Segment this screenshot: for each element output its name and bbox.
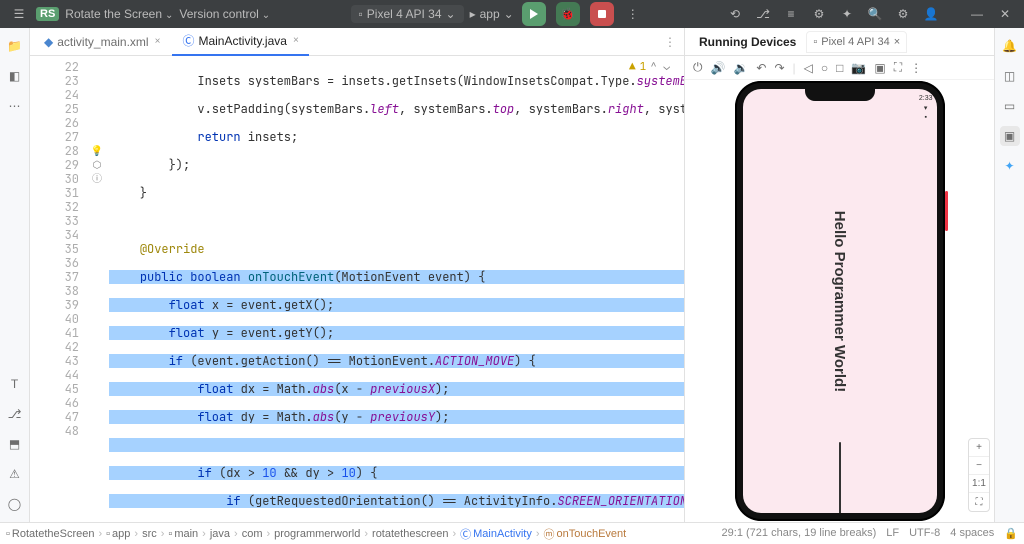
left-rail: 📁 ◧ ⋯ T ⎇ ⬒ ⚠ ◯ [0,28,30,522]
device-tab[interactable]: ▫ Pixel 4 API 34 × [806,31,907,53]
voldown-icon[interactable]: 🔉 [733,61,748,75]
structure-icon[interactable]: ≡ [780,3,802,25]
run-config-selector[interactable]: ▸ app ⌄ [470,7,514,21]
debug-button[interactable]: 🐞 [556,2,580,26]
project-dropdown[interactable]: Rotate the Screen [65,7,173,21]
crumb-root[interactable]: ▫ RotatetheScreen [6,528,94,540]
device-view: 2:33▾▪ Hello Programmer World! + − 1:1 ⛶ [685,80,994,522]
tab-activity-main[interactable]: ◆activity_main.xml× [34,28,170,56]
flutter-icon[interactable]: ✦ [1000,156,1020,176]
main: 📁 ◧ ⋯ T ⎇ ⬒ ⚠ ◯ ◆activity_main.xml× ⒸMai… [0,28,1024,522]
zoom-out-button[interactable]: − [969,457,989,475]
crumb-method[interactable]: ⓜ onTouchEvent [544,526,627,542]
bulb-icon[interactable]: 💡 [85,144,109,158]
zoom-full-button[interactable]: ⛶ [969,493,989,511]
encoding[interactable]: UTF-8 [909,527,940,540]
zoom-controls: + − 1:1 ⛶ [968,438,990,512]
overview-icon[interactable]: □ [836,61,843,75]
project-tool-icon[interactable]: 📁 [5,36,25,56]
gutter-icons: 💡 ⬡ ⓘ [85,56,109,522]
code-content[interactable]: Insets systemBars = insets.getInsets(Win… [109,56,684,522]
override-icon[interactable]: ⬡ ⓘ [85,158,109,172]
vcs-dropdown[interactable]: Version control [179,7,270,21]
git-icon[interactable]: ⎇ [752,3,774,25]
terminal-icon[interactable]: T [5,374,25,394]
status-bar: 29:1 (721 chars, 19 line breaks) LF UTF-… [722,527,1018,540]
crumb-java[interactable]: java [210,528,230,540]
editor-tabs: ◆activity_main.xml× ⒸMainActivity.java× … [30,28,684,56]
status-icons: 2:33▾▪ [919,95,933,121]
line-ending[interactable]: LF [886,527,899,540]
account-icon[interactable]: 👤 [920,3,942,25]
rotleft-icon[interactable]: ↶ [756,61,766,75]
notifications-icon[interactable]: 🔔 [1000,36,1020,56]
project-badge: RS [36,7,59,21]
crumb-class[interactable]: Ⓒ MainActivity [460,526,532,542]
extend-icon[interactable]: ⛶ [894,60,902,75]
device-toolbar: ⏻ 🔊 🔉 ↶ ↷ | ◁ ○ □ 📷 ▣ ⛶ ⋮ [685,56,994,80]
emulator-icon[interactable]: ▣ [1000,126,1020,146]
hello-text: Hello Programmer World! [831,210,848,391]
search-icon[interactable]: 🔍 [864,3,886,25]
inspection-badge[interactable]: ▲ 1 ^ ⌄ [629,60,670,74]
stop-button[interactable] [590,2,614,26]
gradle-icon[interactable]: ⚙ [808,3,830,25]
nav-line [839,442,841,513]
crop-icon[interactable]: ▣ [874,61,885,75]
device-manager-icon[interactable]: ▭ [1000,96,1020,116]
code-editor[interactable]: ▲ 1 ^ ⌄ 22232425262728293031323334353637… [30,56,684,522]
home-icon[interactable]: ○ [821,61,828,75]
crumb-com[interactable]: com [242,528,263,540]
run-button[interactable] [522,2,546,26]
tab-main-activity[interactable]: ⒸMainActivity.java× [172,28,308,56]
crumb-main[interactable]: ▫ main [168,528,198,540]
settings-icon[interactable]: ⚙ [892,3,914,25]
crumb-pkg2[interactable]: rotatethescreen [372,528,448,540]
minimize-icon[interactable]: — [966,3,988,25]
more-icon[interactable]: ⋮ [622,3,644,25]
problems-icon[interactable]: ⚠ [5,464,25,484]
hamburger-icon[interactable]: ☰ [8,3,30,25]
volup-icon[interactable]: 🔊 [711,61,726,75]
todo-icon[interactable]: ◯ [5,494,25,514]
notch [805,89,875,101]
close-icon[interactable]: ✕ [994,3,1016,25]
sync-icon[interactable]: ⟲ [724,3,746,25]
running-devices-tabs: Running Devices ▫ Pixel 4 API 34 × [685,28,994,56]
tabs-more-icon[interactable]: ⋮ [664,35,676,49]
phone-frame: 2:33▾▪ Hello Programmer World! [735,81,945,521]
indent[interactable]: 4 spaces [950,527,994,540]
profiler-icon[interactable]: ✦ [836,3,858,25]
editor-area: ◆activity_main.xml× ⒸMainActivity.java× … [30,28,684,522]
vcs-tool-icon[interactable]: ⎇ [5,404,25,424]
zoom-fit-button[interactable]: 1:1 [969,475,989,493]
build-icon[interactable]: ⬒ [5,434,25,454]
crumb-src[interactable]: src [142,528,157,540]
running-devices-title[interactable]: Running Devices [693,28,802,56]
phone-screen[interactable]: 2:33▾▪ Hello Programmer World! [743,89,937,513]
right-rail: 🔔 ◫ ▭ ▣ ✦ [994,28,1024,522]
topbar: ☰ RS Rotate the Screen Version control ▫… [0,0,1024,28]
more-tools-icon[interactable]: ⋯ [5,96,25,116]
right-panel: Running Devices ▫ Pixel 4 API 34 × ⏻ 🔊 🔉… [684,28,994,522]
device-selector[interactable]: ▫ Pixel 4 API 34 ⌄ [351,5,464,23]
readonly-icon[interactable]: 🔒 [1004,527,1018,540]
breadcrumb-bar: ▫ RotatetheScreen› ▫ app› src› ▫ main› j… [0,522,1024,544]
gradle-panel-icon[interactable]: ◫ [1000,66,1020,86]
resource-icon[interactable]: ◧ [5,66,25,86]
rotright-icon[interactable]: ↷ [774,61,784,75]
device-more-icon[interactable]: ⋮ [910,61,922,75]
crumb-pkg[interactable]: programmerworld [274,528,360,540]
zoom-in-button[interactable]: + [969,439,989,457]
screenshot-icon[interactable]: 📷 [851,61,866,75]
caret-position[interactable]: 29:1 (721 chars, 19 line breaks) [722,527,877,540]
crumb-app[interactable]: ▫ app [106,528,130,540]
back-icon[interactable]: ◁ [804,61,813,75]
power-icon[interactable]: ⏻ [693,60,703,75]
gutter: 2223242526272829303132333435363738394041… [30,56,85,522]
power-button [945,191,948,231]
